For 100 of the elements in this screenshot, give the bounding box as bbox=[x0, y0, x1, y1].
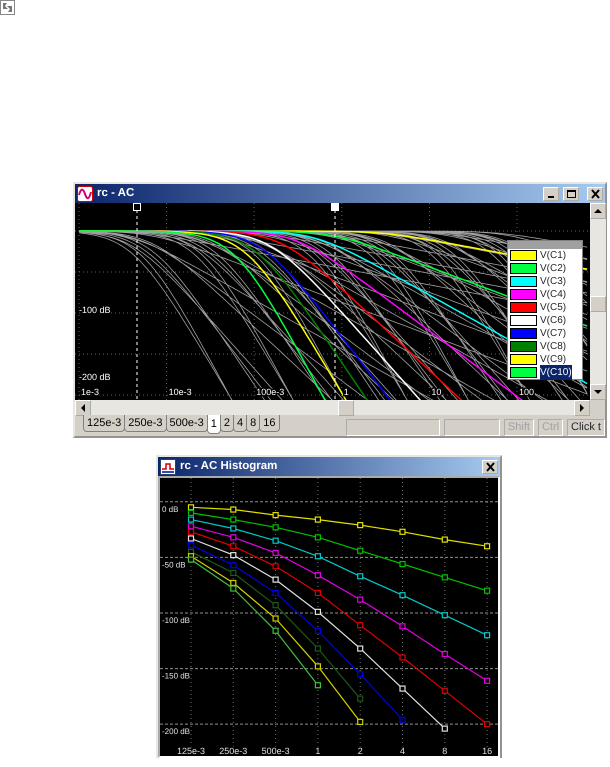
maximize-button[interactable] bbox=[563, 186, 579, 200]
axis-label: -200 dB bbox=[162, 727, 190, 736]
axis-label: 0 dB bbox=[162, 504, 178, 514]
tab[interactable]: 16 bbox=[259, 415, 280, 432]
sine-wave-icon bbox=[77, 186, 93, 202]
data-point bbox=[442, 651, 448, 658]
axis-label: 1 bbox=[315, 746, 320, 756]
minimize-button[interactable] bbox=[543, 186, 559, 200]
data-point bbox=[399, 592, 406, 598]
tab[interactable]: 8 bbox=[246, 415, 260, 432]
data-point bbox=[357, 671, 364, 678]
axis-label: -100 dB bbox=[162, 616, 190, 625]
data-point bbox=[314, 553, 321, 560]
horizontal-scrollbar[interactable] bbox=[75, 400, 590, 415]
data-point bbox=[314, 590, 321, 596]
data-point bbox=[230, 543, 236, 550]
axis-label: -100 dB bbox=[79, 305, 111, 315]
window-title: rc - AC bbox=[97, 186, 136, 201]
cursor-handle[interactable] bbox=[133, 203, 141, 211]
tab[interactable]: 250e-3 bbox=[124, 415, 167, 432]
axis-label: -50 dB bbox=[162, 560, 186, 570]
scroll-thumb[interactable] bbox=[338, 400, 354, 416]
legend-item[interactable]: V(C2) bbox=[508, 262, 582, 275]
axis-label: 8 bbox=[442, 746, 448, 756]
cursor-handle[interactable] bbox=[331, 203, 339, 211]
data-point bbox=[272, 576, 279, 583]
legend-item[interactable]: V(C5) bbox=[508, 301, 582, 314]
scroll-left-button[interactable] bbox=[75, 400, 91, 416]
data-point bbox=[357, 645, 364, 652]
data-point bbox=[357, 596, 364, 603]
data-point bbox=[272, 602, 279, 608]
data-point bbox=[357, 696, 364, 702]
axis-label: 4 bbox=[400, 746, 405, 756]
axis-label: -200 dB bbox=[79, 372, 111, 382]
data-point bbox=[272, 512, 279, 518]
legend-item[interactable]: V(C7) bbox=[508, 327, 582, 340]
data-point bbox=[484, 678, 490, 684]
close-icon bbox=[484, 462, 496, 472]
data-point bbox=[484, 721, 490, 728]
data-point bbox=[357, 548, 364, 554]
legend-item[interactable]: V(C3) bbox=[508, 275, 582, 288]
legend-item[interactable]: V(C9) bbox=[508, 353, 582, 366]
data-point bbox=[314, 682, 321, 688]
close-button[interactable] bbox=[587, 186, 603, 200]
data-point bbox=[357, 718, 364, 726]
data-point bbox=[484, 588, 490, 594]
legend-item[interactable]: V(C1) bbox=[508, 249, 582, 262]
data-point bbox=[230, 506, 236, 513]
data-point bbox=[272, 563, 279, 570]
data-point bbox=[442, 612, 448, 618]
data-point bbox=[357, 622, 364, 628]
data-point bbox=[357, 573, 364, 580]
scroll-thumb[interactable] bbox=[590, 296, 606, 312]
data-point bbox=[272, 615, 279, 622]
data-point bbox=[230, 525, 236, 532]
data-point bbox=[442, 574, 448, 580]
scroll-up-button[interactable] bbox=[590, 203, 606, 219]
data-point bbox=[272, 538, 279, 544]
axis-label: -150 dB bbox=[162, 672, 190, 681]
axis-label: 10e-3 bbox=[168, 387, 192, 397]
data-point bbox=[272, 628, 279, 634]
status-pane: Click t bbox=[567, 419, 605, 436]
data-point bbox=[399, 560, 406, 568]
vertical-scrollbar[interactable] bbox=[590, 203, 606, 400]
data-point bbox=[272, 524, 279, 530]
axis-label: 16 bbox=[482, 746, 492, 756]
axis-label: 2 bbox=[358, 746, 363, 756]
tab[interactable]: 4 bbox=[233, 415, 248, 432]
data-point bbox=[230, 534, 236, 540]
data-point bbox=[484, 632, 490, 638]
axis-label: 500e-3 bbox=[262, 746, 290, 756]
data-point bbox=[399, 716, 406, 723]
data-point bbox=[399, 654, 406, 661]
data-point bbox=[272, 550, 279, 556]
data-point bbox=[314, 608, 321, 615]
maximize-icon bbox=[566, 188, 576, 198]
tab[interactable]: 500e-3 bbox=[166, 415, 208, 432]
arrow-icon bbox=[594, 207, 602, 215]
axis-label: 125e-3 bbox=[176, 746, 206, 756]
arrow-icon bbox=[79, 404, 87, 412]
data-point bbox=[230, 552, 236, 558]
data-point bbox=[314, 534, 321, 540]
data-point bbox=[442, 726, 448, 732]
close-button[interactable] bbox=[482, 460, 498, 474]
axis-label: 1e-3 bbox=[81, 387, 100, 397]
axis-label: 250e-3 bbox=[219, 746, 248, 756]
scroll-right-button[interactable] bbox=[574, 400, 590, 416]
data-point bbox=[314, 628, 321, 634]
legend-item[interactable]: V(C4) bbox=[508, 288, 582, 301]
tab[interactable]: 1 bbox=[206, 415, 221, 434]
legend-item[interactable]: V(C8) bbox=[508, 340, 582, 353]
close-icon bbox=[590, 188, 600, 198]
data-point bbox=[314, 572, 321, 578]
data-point bbox=[399, 623, 406, 630]
data-point bbox=[399, 528, 406, 535]
legend-item[interactable]: V(C6) bbox=[508, 314, 582, 327]
tab[interactable]: 125e-3 bbox=[83, 415, 126, 432]
scroll-down-button[interactable] bbox=[590, 384, 606, 400]
minimize-icon bbox=[548, 196, 554, 198]
legend-item[interactable]: V(C10) bbox=[508, 366, 582, 379]
